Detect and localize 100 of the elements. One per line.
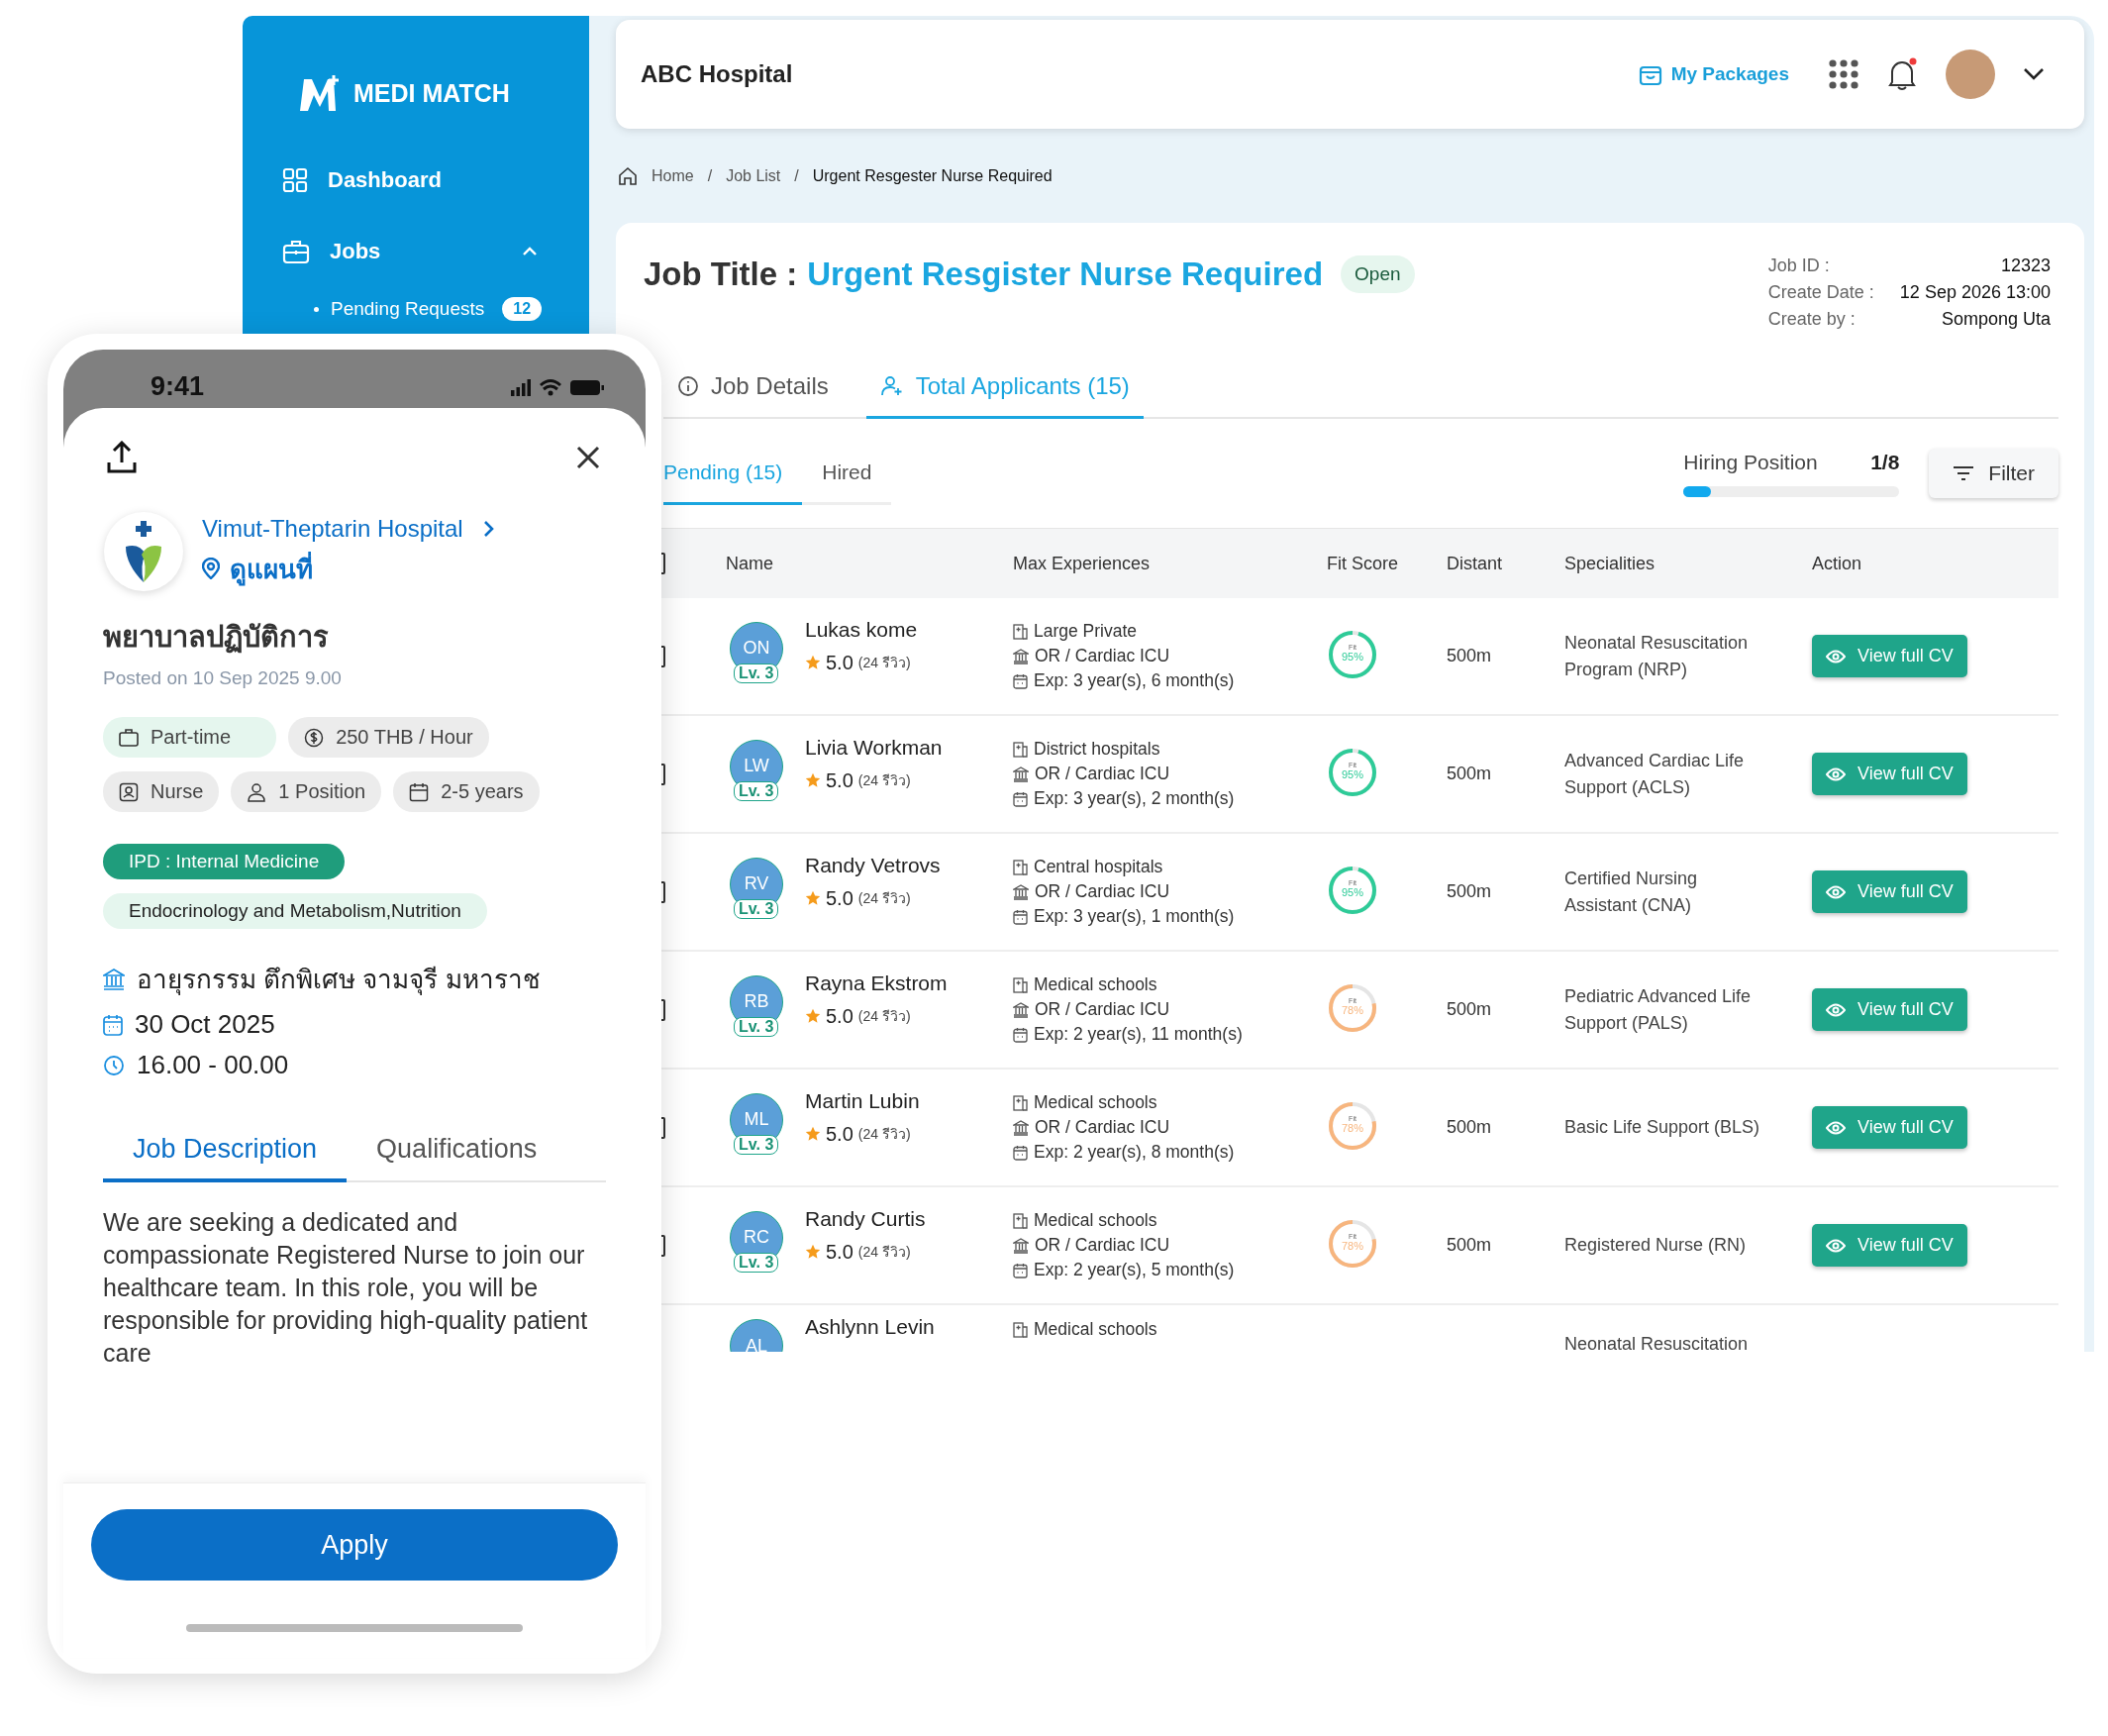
subtab[interactable]: Hired — [802, 442, 892, 505]
meta-value: 12323 — [1999, 255, 2051, 277]
calendar-icon — [409, 781, 430, 802]
bell-icon[interactable] — [1886, 57, 1918, 91]
home-icon[interactable] — [618, 165, 638, 186]
star-icon — [805, 890, 821, 906]
star-icon — [805, 1244, 821, 1260]
packages-link[interactable]: My Packages — [1637, 61, 1789, 87]
info-icon — [677, 374, 699, 397]
apply-button[interactable]: Apply — [91, 1509, 618, 1581]
calendar-icon — [1013, 1026, 1028, 1043]
chevron-right-icon — [482, 519, 495, 538]
column-header: Specialities — [1564, 553, 1656, 574]
bank-icon — [1013, 1001, 1029, 1018]
nav-item[interactable]: Jobs — [243, 216, 589, 287]
level-badge: Lv. 3 — [734, 1252, 779, 1273]
breadcrumb-separator: / — [707, 166, 713, 185]
unit-name: OR / Cardiac ICU — [1035, 1117, 1170, 1138]
filter-icon — [1953, 465, 1975, 481]
filter-button[interactable]: Filter — [1929, 449, 2058, 498]
level-badge: Lv. 3 — [734, 780, 779, 801]
building-icon — [103, 968, 125, 990]
tab[interactable]: Job Details — [663, 356, 843, 419]
unit-name: OR / Cardiac ICU — [1035, 764, 1170, 784]
eye-icon — [1826, 1120, 1846, 1135]
view-cv-button[interactable]: View full CV — [1812, 988, 1967, 1031]
meta-value: Sompong Uta — [1940, 308, 2051, 331]
rating-value: 5.0 — [826, 1240, 853, 1264]
info-text: อายุรกรรม ตึกพิเศษ จามจุรี มหาราช — [137, 964, 541, 997]
review-count: (24 รีวิว) — [857, 1007, 911, 1026]
breadcrumb-link[interactable]: Job List — [726, 166, 781, 185]
info-text: 16.00 - 00.00 — [137, 1050, 289, 1080]
view-cv-button[interactable]: View full CV — [1812, 753, 1967, 795]
star-icon — [805, 1008, 821, 1024]
info-text: 30 Oct 2025 — [135, 1009, 275, 1040]
view-cv-button[interactable]: View full CV — [1812, 635, 1967, 677]
share-icon[interactable] — [107, 441, 137, 474]
calendar-icon — [1013, 1144, 1028, 1161]
applicant-name: Randy Vetrovs — [805, 853, 941, 877]
applicant-name: Rayna Ekstrom — [805, 970, 948, 995]
apps-icon[interactable] — [1829, 59, 1858, 89]
view-cv-button[interactable]: View full CV — [1812, 1106, 1967, 1149]
speciality: Advanced Cardiac Life Support (ACLS) — [1564, 750, 1746, 799]
briefcase-icon — [119, 728, 139, 747]
briefcase-icon — [282, 239, 310, 264]
speciality: Basic Life Support (BLS) — [1564, 1116, 1761, 1140]
tab[interactable]: Job Description — [103, 1124, 348, 1182]
hospital-link[interactable]: Vimut-Theptarin Hospital — [202, 514, 495, 543]
star-icon — [805, 772, 821, 788]
speciality: Neonatal Resuscitation — [1564, 1333, 1750, 1352]
department-tag: IPD : Internal Medicine — [103, 844, 346, 879]
hospital-type: Large Private — [1034, 621, 1138, 642]
department-tag: Endocrinology and Metabolism,Nutrition — [103, 893, 487, 929]
hospital-type: Medical schools — [1034, 1210, 1157, 1231]
applicant-name: Livia Workman — [805, 735, 943, 760]
calendar-icon — [1013, 1262, 1028, 1278]
column-header: Fit Score — [1326, 553, 1400, 574]
level-badge: Lv. 3 — [734, 898, 779, 919]
hospital-icon — [1013, 1212, 1028, 1229]
view-cv-button[interactable]: View full CV — [1812, 1224, 1967, 1267]
hospital-icon — [1013, 741, 1028, 758]
user-add-icon — [879, 374, 904, 397]
meta-value: 12 Sep 2026 13:00 — [1899, 281, 2051, 304]
calendar-icon — [1013, 908, 1028, 925]
distance: 500m — [1447, 1117, 1492, 1137]
applicant-name: Ashlynn Levin — [805, 1315, 935, 1339]
nav-item[interactable]: Dashboard — [243, 145, 589, 216]
map-link[interactable]: ดูแผนที่ — [202, 548, 313, 589]
experience-text: Exp: 2 year(s), 8 month(s) — [1034, 1142, 1235, 1163]
hospital-type: Medical schools — [1034, 1092, 1157, 1113]
bank-icon — [1013, 883, 1029, 900]
breadcrumb-link[interactable]: Home — [652, 166, 694, 185]
eye-icon — [1826, 1002, 1846, 1017]
review-count: (24 รีวิว) — [857, 654, 911, 672]
hospital-type: Medical schools — [1034, 974, 1157, 995]
calendar-icon — [103, 1013, 123, 1036]
brand-name: MEDI MATCH — [353, 78, 510, 108]
unit-name: OR / Cardiac ICU — [1035, 646, 1170, 666]
distance: 500m — [1447, 881, 1492, 901]
nav-subitem[interactable]: Pending Requests 12 — [243, 287, 589, 331]
tab[interactable]: Total Applicants (15) — [865, 356, 1144, 419]
hospital-type: Central hospitals — [1034, 857, 1163, 877]
experience-text: Exp: 3 year(s), 2 month(s) — [1034, 788, 1235, 809]
grid-icon — [282, 167, 308, 193]
clock-icon — [103, 1054, 125, 1076]
hospital-icon — [1013, 1094, 1028, 1111]
experience-text: Exp: 2 year(s), 11 month(s) — [1034, 1024, 1243, 1045]
column-header: Action — [1812, 553, 1863, 574]
level-badge: Lv. 3 — [734, 663, 779, 683]
distance: 500m — [1447, 1235, 1492, 1255]
close-icon[interactable] — [576, 446, 600, 469]
experience-text: Exp: 3 year(s), 1 month(s) — [1034, 906, 1235, 927]
hospital-icon — [1013, 623, 1028, 640]
unit-name: OR / Cardiac ICU — [1035, 1235, 1170, 1256]
info-chip: Part-time — [103, 717, 277, 758]
initials-avatar: AL — [730, 1319, 783, 1352]
review-count: (24 รีวิว) — [857, 1125, 911, 1144]
chevron-down-icon[interactable] — [2023, 67, 2045, 81]
tab[interactable]: Qualifications — [347, 1124, 567, 1182]
view-cv-button[interactable]: View full CV — [1812, 870, 1967, 913]
